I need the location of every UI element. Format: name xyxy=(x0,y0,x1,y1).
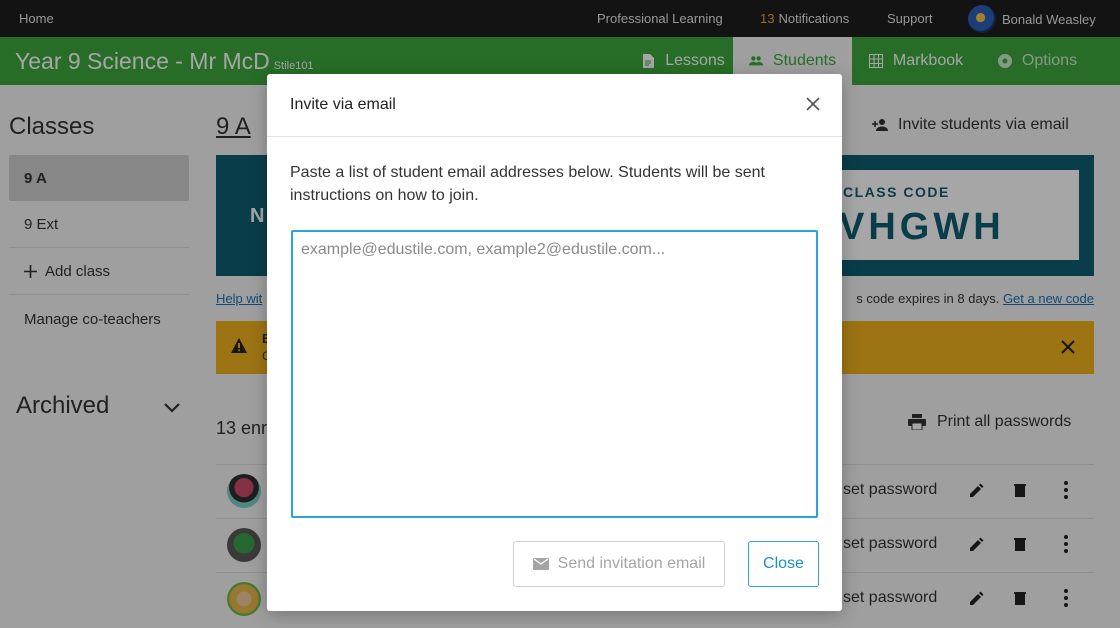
dialog-title: Invite via email xyxy=(290,96,396,113)
email-addresses-input[interactable] xyxy=(291,230,818,518)
invite-via-email-dialog: Invite via email Paste a list of student… xyxy=(267,74,842,611)
close-button[interactable]: Close xyxy=(748,541,819,587)
dialog-description: Paste a list of student email addresses … xyxy=(290,164,765,204)
close-icon[interactable] xyxy=(806,97,820,111)
send-invitation-label: Send invitation email xyxy=(557,555,706,572)
envelope-icon xyxy=(532,558,549,570)
dialog-header: Invite via email xyxy=(267,74,842,137)
send-invitation-button[interactable]: Send invitation email xyxy=(513,541,725,587)
